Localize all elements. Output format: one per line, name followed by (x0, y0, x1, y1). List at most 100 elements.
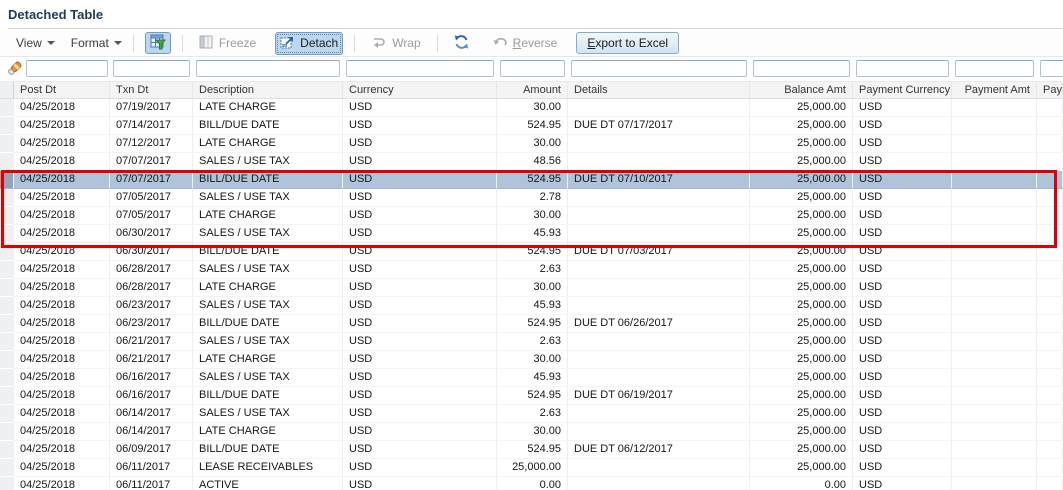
cell-txn-dt[interactable]: 06/11/2017 (110, 477, 193, 490)
cell-payment-amt[interactable] (952, 297, 1037, 315)
cell-details[interactable]: DUE DT 06/26/2017 (568, 315, 750, 333)
cell-description[interactable]: SALES / USE TAX (193, 225, 343, 243)
cell-amount[interactable]: 30.00 (497, 99, 568, 117)
cell-amount[interactable]: 2.63 (497, 333, 568, 351)
cell-payment-amt[interactable] (952, 441, 1037, 459)
cell-details[interactable] (568, 189, 750, 207)
cell-currency[interactable]: USD (343, 423, 497, 441)
cell-currency[interactable]: USD (343, 297, 497, 315)
cell-currency[interactable]: USD (343, 153, 497, 171)
cell-amount[interactable]: 45.93 (497, 297, 568, 315)
cell-payment-currency[interactable]: USD (853, 117, 952, 135)
cell-details[interactable] (568, 459, 750, 477)
cell-description[interactable]: BILL/DUE DATE (193, 441, 343, 459)
column-header-payment-amt[interactable]: Payment Amt (952, 82, 1037, 98)
cell-post-dt[interactable]: 04/25/2018 (14, 261, 110, 279)
cell-balance-amt[interactable]: 25,000.00 (750, 207, 853, 225)
cell-extra[interactable] (1037, 297, 1063, 315)
table-row[interactable]: 04/25/2018 06/11/2017 ACTIVE USD 0.00 0.00 USD (0, 477, 1063, 490)
cell-txn-dt[interactable]: 06/28/2017 (110, 261, 193, 279)
cell-payment-amt[interactable] (952, 117, 1037, 135)
cell-extra[interactable] (1037, 225, 1063, 243)
cell-extra[interactable] (1037, 369, 1063, 387)
table-row[interactable]: 04/25/2018 06/09/2017 BILL/DUE DATE USD 524.… (0, 441, 1063, 459)
cell-txn-dt[interactable]: 07/07/2017 (110, 153, 193, 171)
cell-post-dt[interactable]: 04/25/2018 (14, 99, 110, 117)
cell-details[interactable] (568, 369, 750, 387)
cell-txn-dt[interactable]: 07/19/2017 (110, 99, 193, 117)
cell-txn-dt[interactable]: 06/16/2017 (110, 387, 193, 405)
row-header-cell[interactable] (0, 333, 14, 351)
cell-currency[interactable]: USD (343, 477, 497, 490)
cell-description[interactable]: LATE CHARGE (193, 351, 343, 369)
cell-payment-amt[interactable] (952, 153, 1037, 171)
cell-balance-amt[interactable]: 25,000.00 (750, 153, 853, 171)
cell-balance-amt[interactable]: 25,000.00 (750, 297, 853, 315)
cell-txn-dt[interactable]: 06/23/2017 (110, 297, 193, 315)
table-row[interactable]: 04/25/2018 06/30/2017 SALES / USE TAX USD 45… (0, 225, 1063, 243)
column-header-amount[interactable]: Amount (497, 82, 568, 98)
export-to-excel-button[interactable]: Export to Excel (576, 32, 680, 54)
cell-details[interactable] (568, 225, 750, 243)
table-row[interactable]: 04/25/2018 07/14/2017 BILL/DUE DATE USD 524.… (0, 117, 1063, 135)
cell-extra[interactable] (1037, 135, 1063, 153)
cell-amount[interactable]: 524.95 (497, 315, 568, 333)
cell-currency[interactable]: USD (343, 315, 497, 333)
cell-payment-currency[interactable]: USD (853, 441, 952, 459)
filter-input-extra[interactable] (1040, 60, 1063, 77)
cell-description[interactable]: BILL/DUE DATE (193, 243, 343, 261)
cell-description[interactable]: LATE CHARGE (193, 99, 343, 117)
cell-currency[interactable]: USD (343, 117, 497, 135)
cell-post-dt[interactable]: 04/25/2018 (14, 135, 110, 153)
cell-post-dt[interactable]: 04/25/2018 (14, 387, 110, 405)
cell-post-dt[interactable]: 04/25/2018 (14, 189, 110, 207)
row-header-cell[interactable] (0, 135, 14, 153)
cell-post-dt[interactable]: 04/25/2018 (14, 405, 110, 423)
cell-currency[interactable]: USD (343, 279, 497, 297)
cell-balance-amt[interactable]: 25,000.00 (750, 387, 853, 405)
cell-amount[interactable]: 45.93 (497, 225, 568, 243)
reverse-button[interactable]: Reverse (487, 32, 563, 55)
cell-currency[interactable]: USD (343, 261, 497, 279)
cell-details[interactable] (568, 477, 750, 490)
row-header-cell[interactable] (0, 207, 14, 225)
cell-balance-amt[interactable]: 25,000.00 (750, 261, 853, 279)
cell-payment-currency[interactable]: USD (853, 297, 952, 315)
cell-currency[interactable]: USD (343, 99, 497, 117)
cell-balance-amt[interactable]: 0.00 (750, 477, 853, 490)
cell-amount[interactable]: 45.93 (497, 369, 568, 387)
cell-description[interactable]: LATE CHARGE (193, 279, 343, 297)
cell-balance-amt[interactable]: 25,000.00 (750, 225, 853, 243)
cell-description[interactable]: SALES / USE TAX (193, 153, 343, 171)
row-header-cell[interactable] (0, 189, 14, 207)
cell-currency[interactable]: USD (343, 333, 497, 351)
format-menu[interactable]: Format (71, 36, 122, 50)
column-header-payment-currency[interactable]: Payment Currency (853, 82, 952, 98)
row-header-cell[interactable] (0, 315, 14, 333)
cell-balance-amt[interactable]: 25,000.00 (750, 279, 853, 297)
table-row[interactable]: 04/25/2018 06/11/2017 LEASE RECEIVABLES USD… (0, 459, 1063, 477)
cell-payment-amt[interactable] (952, 225, 1037, 243)
cell-txn-dt[interactable]: 06/30/2017 (110, 225, 193, 243)
cell-txn-dt[interactable]: 06/23/2017 (110, 315, 193, 333)
cell-currency[interactable]: USD (343, 387, 497, 405)
detach-button[interactable]: Detach (275, 31, 344, 55)
cell-balance-amt[interactable]: 25,000.00 (750, 189, 853, 207)
cell-details[interactable] (568, 279, 750, 297)
cell-txn-dt[interactable]: 06/11/2017 (110, 459, 193, 477)
cell-txn-dt[interactable]: 06/21/2017 (110, 351, 193, 369)
cell-extra[interactable] (1037, 315, 1063, 333)
cell-amount[interactable]: 524.95 (497, 243, 568, 261)
cell-amount[interactable]: 30.00 (497, 207, 568, 225)
cell-extra[interactable] (1037, 333, 1063, 351)
column-header-currency[interactable]: Currency (343, 82, 497, 98)
filter-input-payment-currency[interactable] (856, 60, 949, 77)
cell-txn-dt[interactable]: 06/30/2017 (110, 243, 193, 261)
cell-description[interactable]: SALES / USE TAX (193, 369, 343, 387)
cell-currency[interactable]: USD (343, 405, 497, 423)
cell-balance-amt[interactable]: 25,000.00 (750, 171, 853, 189)
cell-amount[interactable]: 524.95 (497, 441, 568, 459)
cell-amount[interactable]: 2.63 (497, 261, 568, 279)
cell-extra[interactable] (1037, 423, 1063, 441)
cell-payment-amt[interactable] (952, 315, 1037, 333)
